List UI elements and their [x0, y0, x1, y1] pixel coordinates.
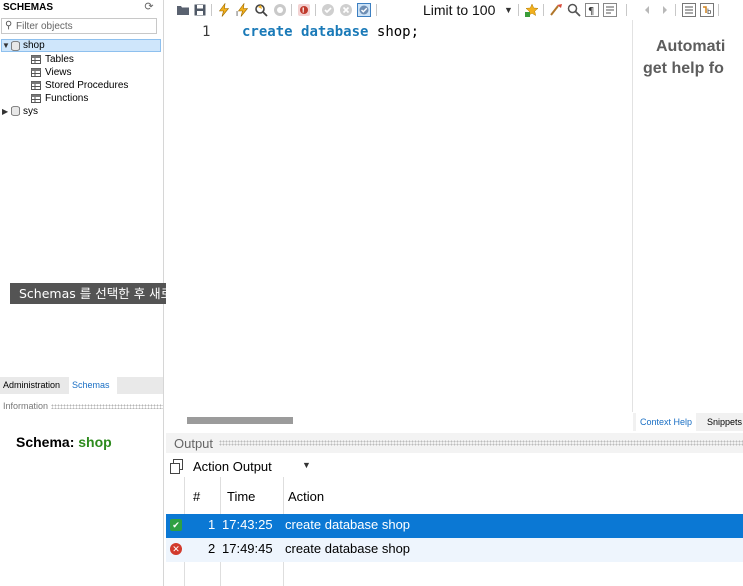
column-header-action[interactable]: Action — [288, 489, 324, 504]
column-header-time[interactable]: Time — [227, 489, 255, 504]
filter-input[interactable] — [16, 19, 154, 33]
tree-item-label: Functions — [45, 93, 89, 104]
tree-item-label: sys — [23, 106, 38, 117]
chevron-down-icon[interactable]: ▼ — [504, 2, 513, 18]
tree-item-functions[interactable]: Functions — [31, 92, 88, 105]
add-snippet-icon[interactable] — [525, 3, 539, 17]
find-icon[interactable] — [567, 3, 581, 17]
tree-item-stored-procedures[interactable]: Stored Procedures — [31, 79, 128, 92]
error-x-icon: ✕ — [170, 543, 182, 555]
code-keyword-create: create — [242, 24, 293, 40]
table-row[interactable]: ✔ 1 17:43:25 create database shop — [166, 514, 743, 538]
sql-editor[interactable] — [166, 20, 632, 412]
row-time: 17:49:45 — [222, 541, 273, 556]
help-message: Automati get help fo — [643, 36, 725, 80]
code-line[interactable]: create database shop; — [242, 24, 419, 40]
tree-item-tables[interactable]: Tables — [31, 53, 74, 66]
help-tabs: Context Help Snippets — [633, 413, 743, 431]
tree-item-label: Views — [45, 67, 72, 78]
header-divider — [51, 404, 163, 410]
svg-text:!: ! — [302, 7, 305, 15]
tree-item-sys[interactable]: ▶ sys — [2, 105, 38, 118]
commit-icon[interactable] — [321, 3, 335, 17]
table-icon — [31, 55, 41, 64]
tree-item-shop[interactable]: ▼ shop — [1, 39, 161, 52]
help-message-line: get help fo — [643, 60, 724, 77]
code-keyword-database: database — [301, 24, 369, 40]
schema-info: Schema: shop — [16, 434, 112, 450]
invisible-chars-icon[interactable]: ¶ — [585, 3, 599, 17]
tree-item-label: Stored Procedures — [45, 80, 129, 91]
svg-text:b: b — [707, 8, 712, 16]
schema-info-prefix: Schema: — [16, 434, 75, 450]
tab-context-help[interactable]: Context Help — [636, 413, 697, 431]
stop-icon[interactable] — [273, 3, 287, 17]
column-header-number[interactable]: # — [193, 489, 200, 504]
nav-forward-icon[interactable] — [658, 3, 672, 17]
output-title: Output — [174, 436, 214, 451]
information-title: Information — [3, 401, 49, 411]
row-action: create database shop — [285, 541, 411, 556]
copy-output-icon[interactable] — [170, 459, 183, 474]
line-number: 1 — [202, 24, 211, 40]
success-check-icon: ✔ — [170, 519, 182, 531]
toggle-error-icon[interactable]: ! — [297, 3, 311, 17]
tree-item-views[interactable]: Views — [31, 66, 72, 79]
tree-item-label: shop — [23, 40, 45, 51]
code-identifier: shop; — [376, 24, 420, 40]
sql-editor-toolbar: I ! Limit to 100 ▼ ¶ b — [166, 0, 743, 20]
row-time: 17:43:25 — [222, 517, 273, 532]
limit-rows-select[interactable]: Limit to 100 — [423, 1, 495, 19]
chevron-down-icon[interactable]: ▼ — [302, 460, 311, 470]
rollback-icon[interactable] — [339, 3, 353, 17]
information-header: Information — [0, 399, 163, 413]
row-number: 1 — [208, 517, 216, 532]
schemas-title: SCHEMAS — [3, 2, 54, 13]
filter-box[interactable]: ⚲ — [1, 18, 157, 34]
function-icon — [31, 94, 41, 103]
database-icon — [11, 41, 20, 51]
word-wrap-icon[interactable] — [603, 3, 617, 17]
refresh-icon[interactable]: ⟳ — [143, 1, 155, 13]
horizontal-scrollbar[interactable] — [187, 417, 293, 424]
tab-snippets[interactable]: Snippets — [703, 413, 743, 431]
output-type-select[interactable]: Action Output — [193, 459, 272, 474]
execute-current-icon[interactable]: I — [236, 3, 250, 17]
database-icon — [11, 106, 20, 116]
autocommit-icon[interactable] — [357, 3, 371, 17]
svg-text:¶: ¶ — [588, 6, 594, 17]
beautify-icon[interactable] — [549, 3, 563, 17]
navigator-tabs: Administration Schemas — [0, 377, 163, 394]
help-message-line: Automati — [656, 38, 726, 55]
search-icon: ⚲ — [5, 20, 13, 31]
view-icon — [31, 68, 41, 77]
row-action: create database shop — [285, 517, 411, 532]
tree-item-label: Tables — [45, 54, 74, 65]
nav-back-icon[interactable] — [640, 3, 654, 17]
help-toggle-icon[interactable] — [682, 3, 696, 17]
tab-administration[interactable]: Administration — [0, 377, 63, 394]
svg-text:I: I — [236, 10, 238, 17]
row-number: 2 — [208, 541, 216, 556]
schemas-header: SCHEMAS ⟳ — [0, 0, 164, 16]
header-divider — [219, 440, 743, 446]
auto-help-icon[interactable]: b — [700, 3, 714, 17]
expand-triangle-icon[interactable]: ▼ — [2, 40, 10, 51]
execute-icon[interactable] — [217, 3, 231, 17]
stored-procedure-icon — [31, 81, 41, 90]
collapse-triangle-icon[interactable]: ▶ — [2, 105, 10, 118]
open-folder-icon[interactable] — [176, 3, 190, 17]
tab-schemas[interactable]: Schemas — [69, 377, 117, 394]
save-icon[interactable] — [193, 3, 207, 17]
explain-icon[interactable] — [254, 3, 268, 17]
table-row[interactable]: ✕ 2 17:49:45 create database shop — [166, 538, 743, 562]
schema-info-name: shop — [78, 434, 112, 450]
